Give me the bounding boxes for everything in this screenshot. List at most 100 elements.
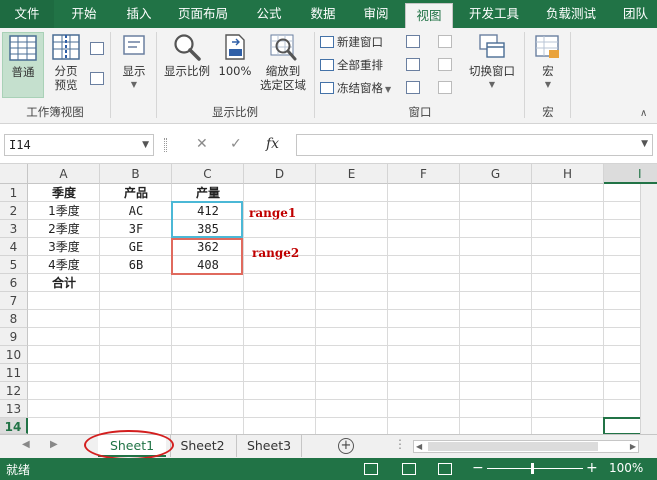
row-header-14[interactable]: 14 xyxy=(0,418,28,434)
custom-views-icon[interactable] xyxy=(90,72,104,85)
table-header[interactable]: 产量 xyxy=(172,184,244,202)
table-header[interactable]: 产品 xyxy=(100,184,172,202)
reset-window-position-icon[interactable] xyxy=(438,81,452,94)
column-header-f[interactable]: F xyxy=(388,164,460,184)
scroll-left-icon[interactable]: ◀ xyxy=(416,441,422,452)
tab-home[interactable]: 开始 xyxy=(58,0,110,28)
tab-developer[interactable]: 开发工具 xyxy=(460,0,528,28)
add-sheet-button[interactable]: + xyxy=(338,438,354,454)
normal-view-status-icon[interactable] xyxy=(364,463,378,475)
tab-file[interactable]: 文件 xyxy=(0,0,54,28)
zoom-in-button[interactable]: + xyxy=(586,460,598,476)
scroll-left-icon[interactable]: ◀ xyxy=(22,439,30,450)
scroll-right-icon[interactable]: ▶ xyxy=(630,441,636,452)
column-header-i[interactable]: I xyxy=(604,164,657,184)
table-cell[interactable]: 3F xyxy=(100,220,172,238)
sheet-tab-sheet3[interactable]: Sheet3 xyxy=(236,435,302,457)
column-header-g[interactable]: G xyxy=(460,164,532,184)
table-cell[interactable]: 2季度 xyxy=(28,220,100,238)
select-all-corner[interactable] xyxy=(0,164,28,184)
zoom-to-selection-button[interactable]: 缩放到 选定区域 xyxy=(256,32,310,102)
row-header-13[interactable]: 13 xyxy=(0,400,28,418)
normal-view-button[interactable]: 普通 xyxy=(2,32,44,98)
column-header-b[interactable]: B xyxy=(100,164,172,184)
arrange-all-button[interactable]: 全部重排 xyxy=(320,56,383,74)
show-button[interactable]: 显示 ▼ xyxy=(116,32,152,102)
table-header[interactable]: 季度 xyxy=(28,184,100,202)
switch-windows-label: 切换窗口 xyxy=(469,64,515,78)
column-header-h[interactable]: H xyxy=(532,164,604,184)
group-separator xyxy=(524,32,525,118)
scroll-right-icon[interactable]: ▶ xyxy=(50,439,58,450)
cancel-icon[interactable]: ✕ xyxy=(196,136,208,152)
row-header-10[interactable]: 10 xyxy=(0,346,28,364)
zoom-button[interactable]: 显示比例 xyxy=(160,32,214,92)
row-header-1[interactable]: 1 xyxy=(0,184,28,202)
tab-data[interactable]: 数据 xyxy=(299,0,347,28)
zoom-level[interactable]: 100% xyxy=(609,461,643,475)
view-side-by-side-icon[interactable] xyxy=(438,35,452,48)
enter-icon[interactable]: ✓ xyxy=(230,136,242,152)
row-header-2[interactable]: 2 xyxy=(0,202,28,220)
drag-handle-icon[interactable] xyxy=(164,138,167,152)
synchronous-scrolling-icon[interactable] xyxy=(438,58,452,71)
unhide-icon[interactable] xyxy=(406,81,420,94)
column-header-a[interactable]: A xyxy=(28,164,100,184)
page-layout-view-icon[interactable] xyxy=(90,42,104,55)
hide-icon[interactable] xyxy=(406,58,420,71)
table-cell[interactable]: 3季度 xyxy=(28,238,100,256)
row-header-8[interactable]: 8 xyxy=(0,310,28,328)
total-label[interactable]: 合计 xyxy=(28,274,100,292)
page-layout-status-icon[interactable] xyxy=(402,463,416,475)
tab-review[interactable]: 审阅 xyxy=(352,0,400,28)
zoom-slider[interactable] xyxy=(487,468,583,469)
table-cell[interactable]: GE xyxy=(100,238,172,256)
row-header-5[interactable]: 5 xyxy=(0,256,28,274)
tab-page-layout[interactable]: 页面布局 xyxy=(168,0,238,28)
table-cell[interactable]: AC xyxy=(100,202,172,220)
split-icon[interactable] xyxy=(406,35,420,48)
tab-team[interactable]: 团队 xyxy=(614,0,657,28)
name-box[interactable]: I14 ▼ xyxy=(4,134,154,156)
worksheet-grid[interactable]: A B C D E F G H I 1 2 3 4 5 6 7 8 9 10 1… xyxy=(0,164,657,434)
horizontal-scrollbar[interactable]: ◀ ▶ xyxy=(413,440,639,453)
row-header-12[interactable]: 12 xyxy=(0,382,28,400)
column-header-c[interactable]: C xyxy=(172,164,244,184)
row-header-7[interactable]: 7 xyxy=(0,292,28,310)
table-cell[interactable]: 4季度 xyxy=(28,256,100,274)
column-header-e[interactable]: E xyxy=(316,164,388,184)
tab-view[interactable]: 视图 xyxy=(405,3,453,29)
zoom-slider-thumb[interactable] xyxy=(531,463,534,474)
window-group-label: 窗口 xyxy=(408,105,432,119)
row-header-6[interactable]: 6 xyxy=(0,274,28,292)
macros-button[interactable]: 宏 ▼ xyxy=(530,32,566,102)
page-break-status-icon[interactable] xyxy=(438,463,452,475)
new-window-button[interactable]: 新建窗口 xyxy=(320,33,383,51)
row-header-9[interactable]: 9 xyxy=(0,328,28,346)
more-options-icon[interactable]: ⋮ xyxy=(394,437,406,451)
row-header-3[interactable]: 3 xyxy=(0,220,28,238)
page-break-preview-button[interactable]: 分页 预览 xyxy=(46,32,86,102)
formula-input[interactable]: ▼ xyxy=(296,134,653,156)
switch-windows-button[interactable]: 切换窗口 ▼ xyxy=(464,32,520,102)
column-header-d[interactable]: D xyxy=(244,164,316,184)
zoom-100-icon xyxy=(220,32,250,62)
sheet-tab-sheet2[interactable]: Sheet2 xyxy=(170,435,234,457)
row-header-4[interactable]: 4 xyxy=(0,238,28,256)
scrollbar-thumb[interactable] xyxy=(428,442,598,451)
table-cell[interactable]: 1季度 xyxy=(28,202,100,220)
page-break-preview-icon xyxy=(51,32,81,62)
insert-function-button[interactable]: fx xyxy=(266,136,279,152)
table-cell[interactable]: 6B xyxy=(100,256,172,274)
zoom-100-button[interactable]: 100% xyxy=(216,32,254,92)
freeze-panes-button[interactable]: 冻结窗格 ▼ xyxy=(320,79,391,97)
vertical-scrollbar[interactable] xyxy=(640,184,657,434)
active-cell[interactable] xyxy=(603,417,643,434)
range1-label: range1 xyxy=(249,206,297,220)
tab-load-test[interactable]: 负载测试 xyxy=(535,0,607,28)
zoom-out-button[interactable]: − xyxy=(472,460,484,476)
tab-formulas[interactable]: 公式 xyxy=(245,0,293,28)
tab-insert[interactable]: 插入 xyxy=(113,0,165,28)
row-header-11[interactable]: 11 xyxy=(0,364,28,382)
collapse-ribbon-icon[interactable]: ∧ xyxy=(640,108,647,119)
